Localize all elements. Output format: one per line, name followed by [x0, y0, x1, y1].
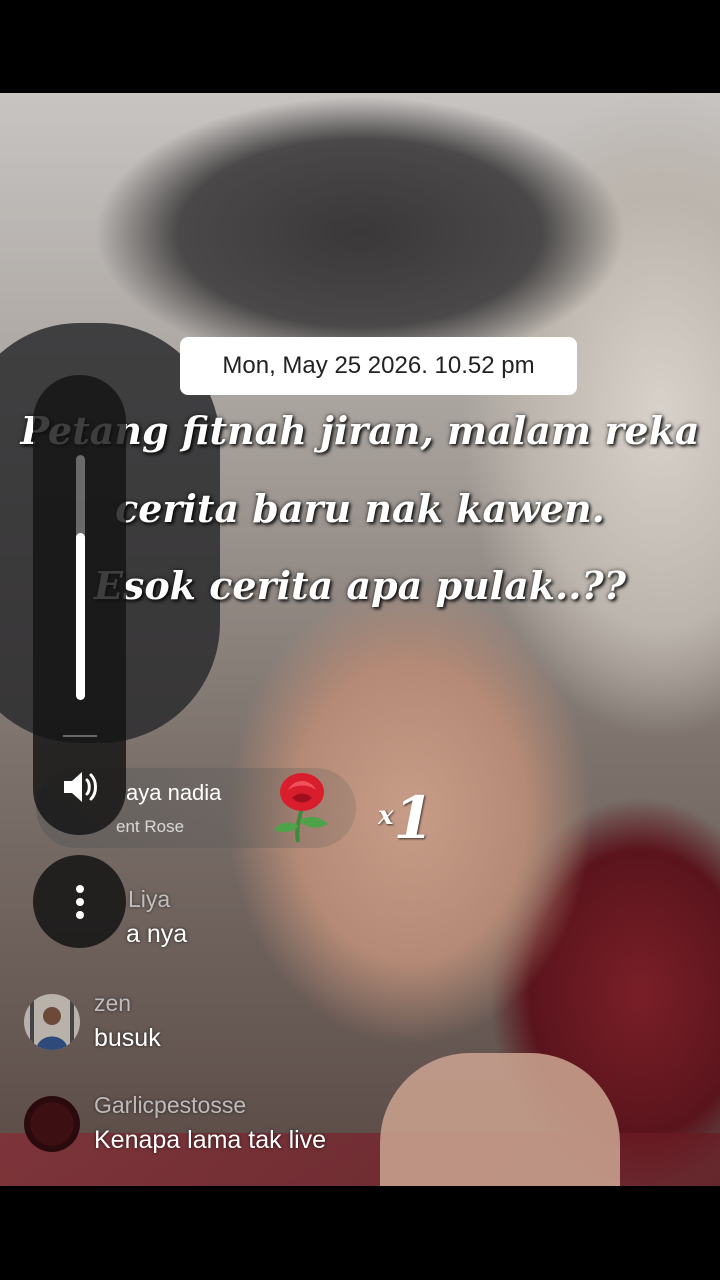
avatar[interactable]	[24, 994, 80, 1050]
speaker-icon[interactable]	[58, 767, 102, 807]
volume-panel[interactable]	[33, 375, 126, 835]
comment-item: Liya a nya	[24, 886, 484, 956]
comment-item: zen busuk	[24, 990, 484, 1060]
gift-count: x1	[378, 784, 434, 852]
comment-text: a nya	[126, 920, 188, 948]
gift-sender-name: aya nadia	[126, 780, 222, 805]
volume-divider	[63, 735, 97, 737]
avatar[interactable]	[24, 1096, 80, 1152]
volume-slider[interactable]	[76, 455, 85, 700]
comment-text: Kenapa lama tak live	[94, 1126, 327, 1154]
comment-username: Liya	[128, 886, 171, 912]
bottom-letterbox	[0, 1186, 720, 1280]
top-letterbox	[0, 0, 720, 93]
comment-username: zen	[94, 990, 132, 1016]
rose-icon	[268, 770, 338, 844]
comment-item: Garlicpestosse Kenapa lama tak live	[24, 1092, 484, 1162]
datetime-label: Mon, May 25 2026. 10.52 pm	[180, 337, 577, 395]
comment-text: busuk	[94, 1024, 161, 1052]
gift-action-text: ent Rose	[116, 817, 185, 836]
volume-slider-fill	[76, 533, 85, 700]
comment-username: Garlicpestosse	[94, 1092, 247, 1118]
